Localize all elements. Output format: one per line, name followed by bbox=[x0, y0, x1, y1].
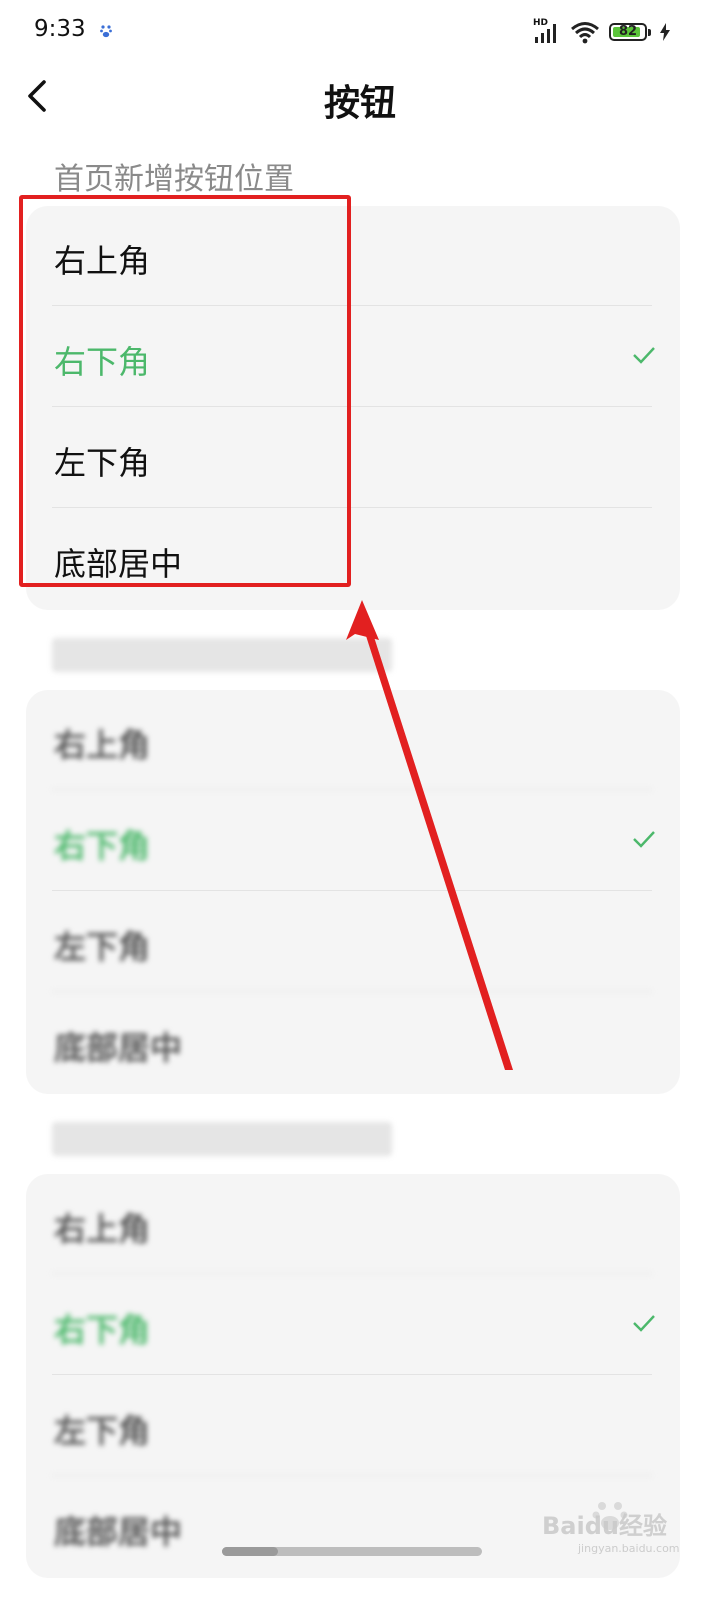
watermark-url: jingyan.baidu.com bbox=[578, 1542, 680, 1555]
home-indicator-thumb bbox=[222, 1547, 278, 1556]
home-indicator[interactable] bbox=[222, 1547, 482, 1556]
annotation-arrow-icon bbox=[346, 600, 513, 1070]
watermark: Baidu经验 jingyan.baidu.com bbox=[532, 1502, 680, 1566]
watermark-text: Baidu经验 bbox=[542, 1512, 667, 1540]
